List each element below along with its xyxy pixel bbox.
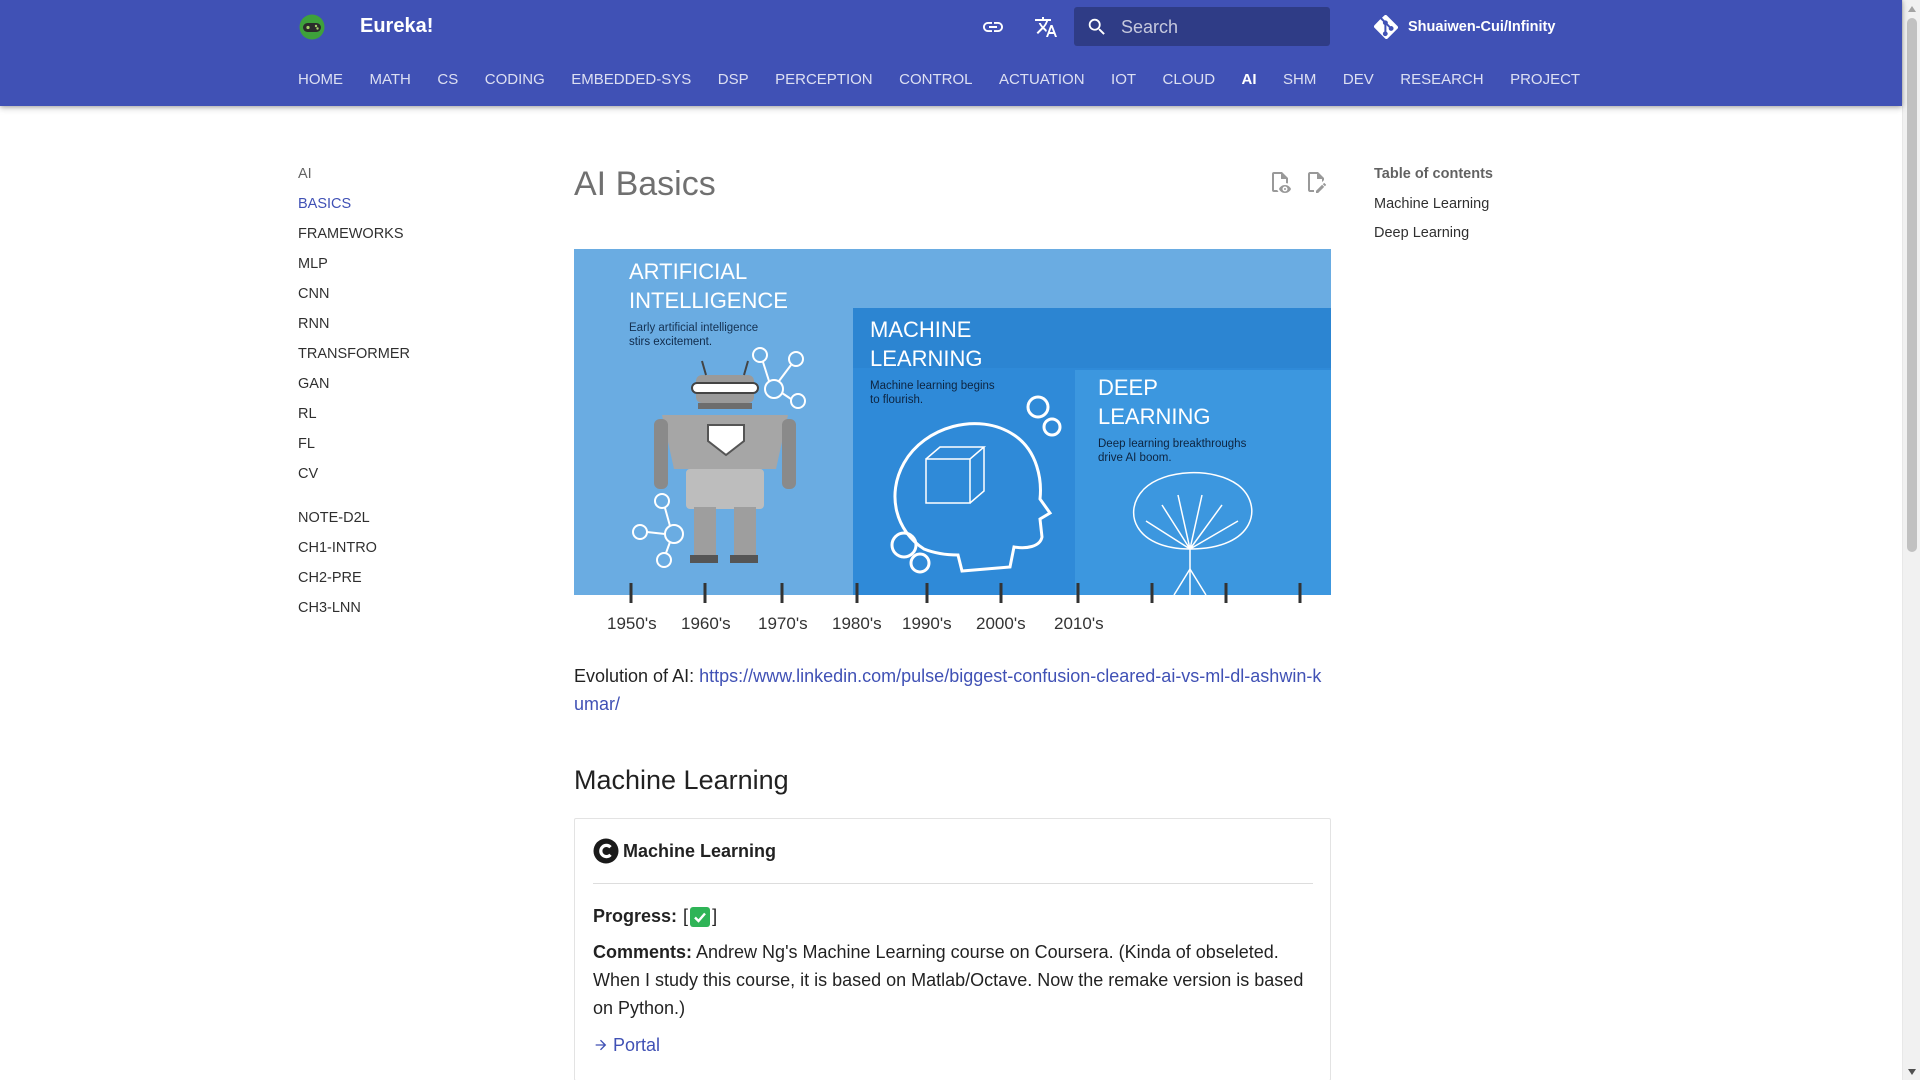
tab-embedded-sys[interactable]: EMBEDDED-SYS bbox=[571, 70, 691, 90]
scroll-up-arrow-icon[interactable] bbox=[1903, 0, 1920, 17]
sidebar-item-rl[interactable]: RL bbox=[298, 404, 528, 434]
course-card-title: Machine Learning bbox=[623, 841, 777, 861]
sidebar-item-transformer[interactable]: TRANSFORMER bbox=[298, 344, 528, 374]
toc-item-deep-learning[interactable]: Deep Learning bbox=[1374, 223, 1574, 252]
year-label-1990s: 1990's bbox=[902, 614, 952, 633]
sidebar-item-cnn[interactable]: CNN bbox=[298, 284, 528, 314]
tab-dev[interactable]: DEV bbox=[1343, 70, 1374, 90]
tab-coding[interactable]: CODING bbox=[485, 70, 545, 90]
ai-subtitle-line1: Early artificial intelligence bbox=[629, 322, 758, 334]
sidebar-item-gan[interactable]: GAN bbox=[298, 374, 528, 404]
ai-title-line1: ARTIFICIAL bbox=[629, 259, 747, 284]
search-icon bbox=[1088, 18, 1105, 35]
toc-item-machine-learning[interactable]: Machine Learning bbox=[1374, 194, 1574, 223]
progress-label: Progress: bbox=[593, 906, 678, 926]
tab-iot[interactable]: IOT bbox=[1111, 70, 1136, 90]
sidebar-section-note-d2l[interactable]: NOTE-D2L bbox=[298, 508, 528, 538]
figure-caption: Evolution of AI: https://www.linkedin.co… bbox=[574, 662, 1331, 718]
tab-control[interactable]: CONTROL bbox=[899, 70, 972, 90]
ml-subtitle-line1: Machine learning begins bbox=[870, 380, 995, 392]
sidebar-item-rnn[interactable]: RNN bbox=[298, 314, 528, 344]
sidebar-item-mlp[interactable]: MLP bbox=[298, 254, 528, 284]
sidebar-item-ch1-intro[interactable]: CH1-INTRO bbox=[298, 538, 528, 568]
sidebar-item-basics[interactable]: BASICS bbox=[298, 194, 528, 224]
table-of-contents: Table of contents Machine Learning Deep … bbox=[1374, 164, 1574, 252]
ml-subtitle-line2: to flourish. bbox=[870, 394, 923, 406]
file-eye-icon bbox=[1272, 172, 1291, 193]
file-edit-icon bbox=[1308, 172, 1327, 193]
check-icon bbox=[690, 907, 711, 927]
tab-project[interactable]: PROJECT bbox=[1510, 70, 1580, 90]
ai-subtitle-line2: stirs excitement. bbox=[629, 336, 712, 348]
tab-math[interactable]: MATH bbox=[370, 70, 411, 90]
arrow-right-icon bbox=[595, 1039, 607, 1051]
tab-shm[interactable]: SHM bbox=[1283, 70, 1316, 90]
view-source-button[interactable] bbox=[1267, 168, 1293, 196]
year-label-1980s: 1980's bbox=[832, 614, 882, 633]
page-scrollbar[interactable] bbox=[1902, 0, 1920, 1080]
repo-link[interactable]: Shuaiwen-Cui/Infinity bbox=[1374, 12, 1555, 42]
course-card-header: Machine Learning bbox=[593, 838, 1313, 884]
progress-row: Progress: [ ] bbox=[593, 902, 1315, 930]
sidebar-nav: AI BASICS FRAMEWORKS MLP CNN RNN TRANSFO… bbox=[298, 164, 528, 628]
sidebar-section-title[interactable]: AI bbox=[298, 164, 528, 194]
tab-research[interactable]: RESEARCH bbox=[1400, 70, 1483, 90]
page-title: AI Basics bbox=[574, 165, 716, 203]
section-heading-machine-learning: Machine Learning bbox=[574, 765, 789, 795]
progress-bracket-close: ] bbox=[712, 906, 718, 926]
search-input[interactable]: Search bbox=[1074, 7, 1330, 46]
tab-cloud[interactable]: CLOUD bbox=[1163, 70, 1216, 90]
dl-subtitle-line1: Deep learning breakthroughs bbox=[1098, 438, 1247, 450]
progress-bracket-open: [ bbox=[683, 906, 689, 926]
year-label-1960s: 1960's bbox=[681, 614, 731, 633]
link-icon[interactable] bbox=[978, 12, 1008, 42]
tab-ai[interactable]: AI bbox=[1242, 70, 1257, 90]
search-placeholder: Search bbox=[1121, 17, 1179, 37]
top-tabs: HOME MATH CS CODING EMBEDDED-SYS DSP PER… bbox=[298, 70, 1607, 90]
sidebar-item-ch3-lnn[interactable]: CH3-LNN bbox=[298, 598, 528, 628]
gamepad-logo-icon[interactable] bbox=[298, 14, 326, 40]
tab-actuation[interactable]: ACTUATION bbox=[999, 70, 1085, 90]
course-card: Machine Learning Progress: [ ] Comments:… bbox=[574, 818, 1331, 1080]
git-icon bbox=[1374, 15, 1398, 39]
toc-title: Table of contents bbox=[1374, 166, 1493, 182]
ai-evolution-figure: ARTIFICIAL INTELLIGENCE Early artificial… bbox=[574, 249, 1331, 633]
tab-home[interactable]: HOME bbox=[298, 70, 343, 90]
dl-subtitle-line2: drive AI boom. bbox=[1098, 452, 1172, 464]
comments-text: Andrew Ng's Machine Learning course on C… bbox=[593, 942, 1304, 1018]
year-label-2000s: 2000's bbox=[976, 614, 1026, 633]
site-title[interactable]: Eureka! bbox=[360, 14, 433, 38]
site-header: Eureka! Search Shuaiwen-Cui/Infinity HOM… bbox=[0, 0, 1902, 106]
caption-prefix: Evolution of AI: bbox=[574, 666, 700, 686]
ml-title-line2: LEARNING bbox=[870, 346, 982, 371]
tab-cs[interactable]: CS bbox=[437, 70, 458, 90]
ai-title-line2: INTELLIGENCE bbox=[629, 288, 788, 313]
comments-row: Comments: Andrew Ng's Machine Learning c… bbox=[593, 938, 1315, 1022]
year-label-2010s: 2010's bbox=[1054, 614, 1104, 633]
tab-dsp[interactable]: DSP bbox=[718, 70, 749, 90]
sidebar-item-fl[interactable]: FL bbox=[298, 434, 528, 464]
translate-icon[interactable] bbox=[1031, 12, 1061, 42]
sidebar-item-ch2-pre[interactable]: CH2-PRE bbox=[298, 568, 528, 598]
sidebar-item-cv[interactable]: CV bbox=[298, 464, 528, 494]
ml-title-line1: MACHINE bbox=[870, 317, 971, 342]
coursera-icon bbox=[593, 838, 619, 864]
dl-title-line1: DEEP bbox=[1098, 375, 1158, 400]
sidebar-item-frameworks[interactable]: FRAMEWORKS bbox=[298, 224, 528, 254]
repo-name: Shuaiwen-Cui/Infinity bbox=[1408, 19, 1556, 35]
portal-link[interactable]: Portal bbox=[593, 1031, 1315, 1059]
tab-perception[interactable]: PERCEPTION bbox=[775, 70, 873, 90]
portal-label: Portal bbox=[613, 1035, 661, 1055]
course-card-body: Progress: [ ] Comments: Andrew Ng's Mach… bbox=[593, 902, 1315, 1059]
year-label-1970s: 1970's bbox=[758, 614, 808, 633]
comments-label: Comments: bbox=[593, 942, 693, 962]
year-label-1950s: 1950's bbox=[607, 614, 657, 633]
scroll-down-arrow-icon[interactable] bbox=[1903, 1063, 1920, 1080]
dl-title-line2: LEARNING bbox=[1098, 404, 1210, 429]
edit-page-button[interactable] bbox=[1303, 168, 1329, 196]
scrollbar-thumb[interactable] bbox=[1907, 18, 1917, 552]
